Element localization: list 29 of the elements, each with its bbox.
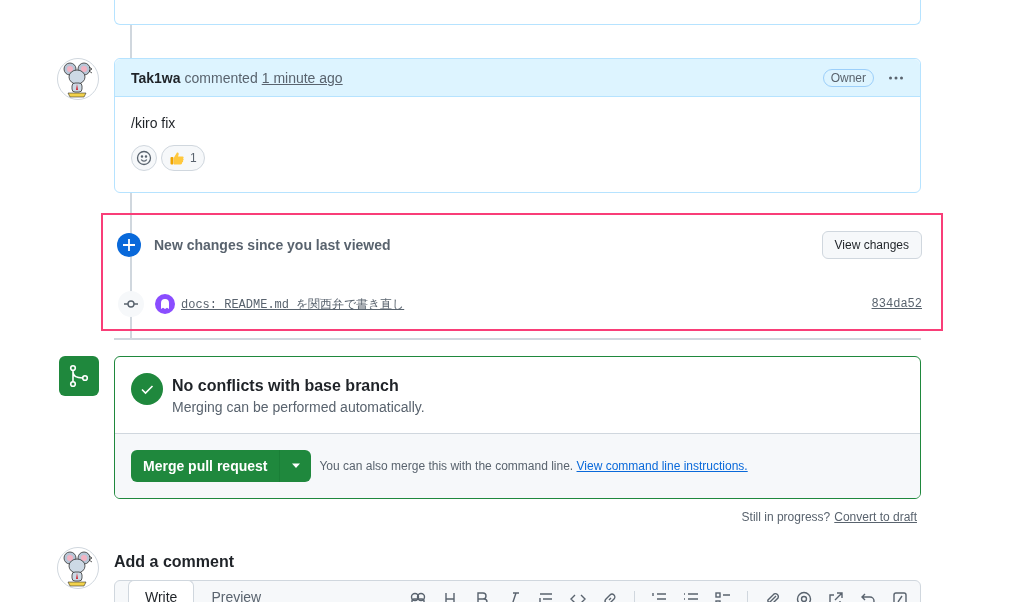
merge-icon [59, 356, 99, 396]
add-comment-title: Add a comment [114, 553, 235, 571]
draft-question: Still in progress? [741, 510, 831, 524]
add-reaction-button[interactable] [131, 145, 157, 171]
convert-to-draft-link[interactable]: Convert to draft [834, 510, 917, 524]
command-line-link[interactable]: View command line instructions. [576, 459, 748, 473]
avatar-icon [57, 547, 99, 589]
merge-hint: You can also merge this with the command line. View command line instructions. [319, 459, 748, 473]
commit-sha[interactable]: 834da52 [871, 297, 922, 311]
comment-time[interactable]: 1 minute ago [261, 69, 343, 86]
reaction-button[interactable]: 1 [161, 145, 205, 171]
view-changes-button[interactable]: View changes [821, 231, 922, 259]
commit-icon [118, 291, 144, 317]
check-icon [131, 373, 163, 405]
new-changes-label: New changes since you last viewed [154, 237, 391, 253]
editor-tab[interactable]: Write [128, 580, 195, 602]
comment-action: commented [184, 69, 258, 86]
merge-status-title: No conflicts with base branch [172, 377, 400, 395]
merge-status-text: Merging can be performed automatically. [172, 399, 425, 415]
merge-button[interactable]: Merge pull request [131, 450, 280, 482]
comment-author[interactable]: Tak1wa [131, 69, 181, 86]
avatar-icon [57, 58, 99, 100]
caret-icon[interactable] [279, 450, 312, 482]
editor-tab[interactable]: Preview [194, 580, 279, 602]
thumbs-up-icon [169, 150, 185, 166]
plus-icon [117, 233, 141, 257]
commit-message[interactable]: docs: README.md を関西弁で書き直し [181, 295, 405, 313]
ghost-avatar-icon[interactable] [155, 294, 175, 314]
comment-body: /kiro fix [131, 115, 177, 131]
